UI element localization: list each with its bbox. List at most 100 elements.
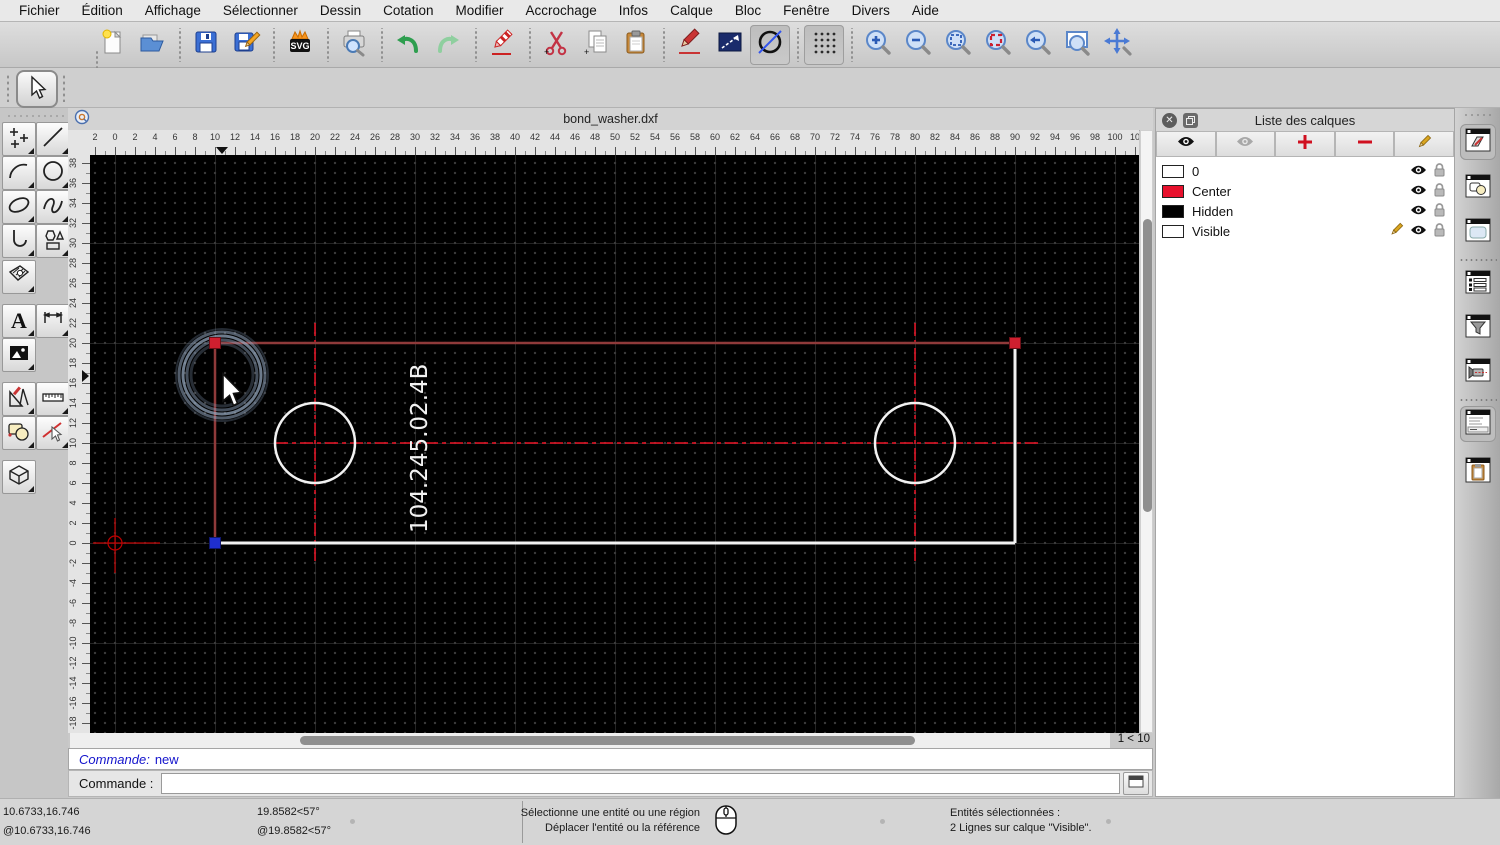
dock-library-browser-button[interactable] <box>1460 214 1496 250</box>
zoom-window-button[interactable] <box>1058 25 1098 65</box>
menu-item-5[interactable]: Cotation <box>372 3 444 18</box>
layer-visibility-eye-icon[interactable] <box>1410 164 1427 179</box>
layer-lock-icon[interactable] <box>1433 202 1446 220</box>
tool-modify-button[interactable] <box>2 382 36 416</box>
dock-entity-list-button[interactable] <box>1460 266 1496 302</box>
menu-item-0[interactable]: Fichier <box>8 3 71 18</box>
cut-button[interactable]: + <box>536 25 576 65</box>
menu-item-8[interactable]: Infos <box>608 3 659 18</box>
save-as-button[interactable] <box>226 25 266 65</box>
toolbar-drag-handle[interactable] <box>62 74 66 102</box>
undo-button[interactable] <box>388 25 428 65</box>
toolbar-drag-handle[interactable] <box>6 74 10 102</box>
selection-window-button[interactable] <box>710 25 750 65</box>
layer-lock-icon[interactable] <box>1433 222 1446 240</box>
delete-eraser-button[interactable] <box>482 25 522 65</box>
layer-visibility-eye-icon[interactable] <box>1410 224 1427 239</box>
command-input[interactable] <box>161 773 1120 794</box>
layer-lock-icon[interactable] <box>1433 162 1446 180</box>
ruler-top-label: 26 <box>369 132 380 142</box>
tool-polyline-button[interactable] <box>2 224 36 258</box>
layer-row-hidden[interactable]: Hidden <box>1156 201 1454 221</box>
grid-toggle-button[interactable] <box>804 24 844 65</box>
layer-row-center[interactable]: Center <box>1156 181 1454 201</box>
zoom-select-button[interactable] <box>978 25 1018 65</box>
menu-item-3[interactable]: Sélectionner <box>212 3 309 18</box>
dock-clipboard-button[interactable] <box>1460 454 1496 490</box>
dock-selection-filter-button[interactable] <box>1460 310 1496 346</box>
menu-item-9[interactable]: Calque <box>659 3 724 18</box>
tool-text-button[interactable]: A <box>2 304 36 338</box>
layer-row-0[interactable]: 0 <box>1156 161 1454 181</box>
hide-all-layers-button[interactable] <box>1215 131 1276 157</box>
zoom-pan-button[interactable] <box>1098 25 1138 65</box>
layer-row-visible[interactable]: Visible <box>1156 221 1454 241</box>
open-file-button[interactable] <box>132 25 172 65</box>
ruler-top-label: 48 <box>589 132 600 142</box>
tool-image-button[interactable] <box>2 338 36 372</box>
add-layer-button[interactable] <box>1275 131 1335 157</box>
menu-item-2[interactable]: Affichage <box>134 3 212 18</box>
zoom-auto-button[interactable] <box>938 25 978 65</box>
menu-item-7[interactable]: Accrochage <box>514 3 607 18</box>
layer-panel-titlebar[interactable]: ✕ Liste des calques <box>1156 109 1454 132</box>
save-button[interactable] <box>186 25 226 65</box>
drawing-canvas[interactable]: 104.245.02.4B <box>90 155 1139 733</box>
vertical-scrollbar-thumb[interactable] <box>1143 219 1152 512</box>
tool-block-button[interactable] <box>2 416 36 450</box>
show-all-layers-button[interactable] <box>1156 131 1216 157</box>
pen-edit-button[interactable] <box>670 25 710 65</box>
tool-solid3d-button[interactable] <box>2 460 36 494</box>
tool-shapes-button[interactable] <box>36 224 70 258</box>
tool-hatch-button[interactable] <box>2 260 36 294</box>
export-svg-button[interactable]: SVG <box>280 25 320 65</box>
select-tool-button[interactable] <box>16 70 58 108</box>
dock-drag-handle[interactable] <box>1463 113 1493 117</box>
layer-lock-icon[interactable] <box>1433 182 1446 200</box>
tool-points-button[interactable] <box>2 122 36 156</box>
close-icon[interactable]: ✕ <box>1162 112 1177 128</box>
menu-item-13[interactable]: Aide <box>901 3 950 18</box>
paste-button[interactable] <box>616 25 656 65</box>
menu-item-12[interactable]: Divers <box>841 3 901 18</box>
draft-circle-button[interactable] <box>750 24 790 65</box>
remove-layer-button[interactable] <box>1334 131 1395 157</box>
copy-button[interactable]: + <box>576 25 616 65</box>
tool-circle-button[interactable] <box>36 156 70 190</box>
vertical-scrollbar[interactable] <box>1140 130 1153 733</box>
menu-item-11[interactable]: Fenêtre <box>772 3 841 18</box>
layer-visibility-eye-icon[interactable] <box>1410 184 1427 199</box>
zoom-in-button[interactable] <box>858 25 898 65</box>
menu-item-1[interactable]: Édition <box>71 3 134 18</box>
relative-coordinates: @10.6733,16.746 <box>3 825 91 837</box>
ruler-top-label: 50 <box>609 132 620 142</box>
zoom-out-button[interactable] <box>898 25 938 65</box>
float-panel-icon[interactable] <box>1183 112 1198 128</box>
tool-ellipse-button[interactable] <box>2 190 36 224</box>
document-titlebar[interactable]: bond_washer.dxf <box>68 108 1153 131</box>
edit-layer-button[interactable] <box>1394 131 1454 157</box>
absolute-coordinates: 10.6733,16.746 <box>3 806 80 818</box>
tool-spline-button[interactable] <box>36 190 70 224</box>
horizontal-scrollbar[interactable] <box>70 733 1110 748</box>
menu-item-10[interactable]: Bloc <box>724 3 772 18</box>
dock-block-list-button[interactable] <box>1460 170 1496 206</box>
menu-item-4[interactable]: Dessin <box>309 3 372 18</box>
redo-button[interactable] <box>428 25 468 65</box>
zoom-previous-button[interactable] <box>1018 25 1058 65</box>
menu-item-6[interactable]: Modifier <box>444 3 514 18</box>
command-keyboard-button[interactable] <box>1123 772 1149 795</box>
tool-dimension-button[interactable] <box>36 304 70 338</box>
ruler-left-label: 12 <box>68 418 78 429</box>
layer-visibility-eye-icon[interactable] <box>1410 204 1427 219</box>
dock-command-line-button[interactable] <box>1460 406 1496 442</box>
palette-drag-handle[interactable] <box>6 114 64 118</box>
tool-line-button[interactable] <box>36 122 70 156</box>
tool-arc-button[interactable] <box>2 156 36 190</box>
dock-quick-info-button[interactable] <box>1460 354 1496 390</box>
tool-measure-button[interactable] <box>36 382 70 416</box>
tool-deselect-button[interactable] <box>36 416 70 450</box>
dock-layer-list-button[interactable] <box>1460 124 1496 160</box>
horizontal-scrollbar-thumb[interactable] <box>300 736 915 745</box>
print-preview-button[interactable] <box>334 25 374 65</box>
